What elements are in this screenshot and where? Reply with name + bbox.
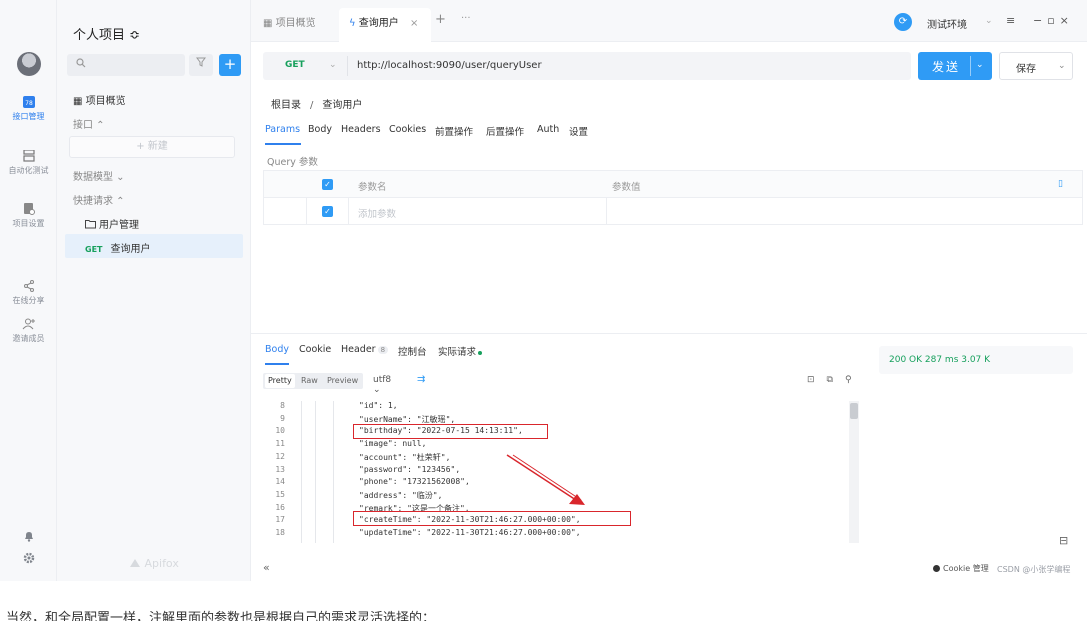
settings-gear-icon[interactable] [22, 552, 36, 566]
tree-section-interfaces[interactable]: 接口 ⌃ [73, 116, 105, 131]
svg-text:78: 78 [25, 100, 33, 107]
rail-label: 在线分享 [12, 296, 45, 305]
project-settings-icon [23, 203, 35, 215]
search-icon [76, 58, 86, 71]
rail-item-automation[interactable]: 自动化测试 [0, 150, 57, 176]
rail-label: 自动化测试 [8, 166, 49, 175]
share-icon [23, 280, 34, 292]
watermark: CSDN @小张学编程 [997, 565, 1071, 574]
rail-label: 项目设置 [12, 219, 45, 228]
folder-label: 用户管理 [99, 220, 139, 231]
avatar[interactable] [17, 52, 41, 76]
cookie-icon [933, 565, 940, 572]
api-doc-icon: 78 [22, 96, 35, 108]
main-panel: ▦ 项目概览 ϟ 查询用户 × + ··· ⟳ 测试环境 ⌄ ≡ −▫× GET… [251, 0, 1087, 581]
server-stack-icon [22, 150, 35, 162]
status-bar: « Cookie 管理 CSDN @小张学编程 [251, 556, 1087, 581]
tree-section-data-models[interactable]: 数据模型 ⌄ [73, 168, 125, 183]
brand-label: Apifox [144, 557, 179, 570]
rail-item-project-settings[interactable]: 项目设置 [0, 203, 57, 229]
rail-item-share[interactable]: 在线分享 [0, 280, 57, 306]
tree-item-query-user-label[interactable]: GET 查询用户 [85, 240, 151, 255]
panel-layout-icon[interactable]: ⊟ [1059, 534, 1068, 547]
filter-icon [196, 57, 206, 67]
method-badge: GET [85, 245, 103, 254]
tree-item-overview[interactable]: ▦ 项目概览 [73, 92, 126, 107]
icon-rail: 78 接口管理 自动化测试 项目设置 在线分享 邀请成员 [0, 0, 57, 581]
apifox-logo: Apifox [129, 557, 179, 570]
apifox-window: 78 接口管理 自动化测试 项目设置 在线分享 邀请成员 个人项目 ≎ + ▦ … [0, 0, 1087, 581]
tree-search-input[interactable] [67, 54, 185, 76]
add-button[interactable]: + [219, 54, 241, 76]
folder-icon [85, 220, 96, 229]
new-interface-button[interactable]: + 新建 [69, 136, 235, 158]
rail-label: 接口管理 [12, 112, 45, 121]
article-caption: 当然，和全局配置一样，注解里面的参数也是根据自己的需求灵活选择的： [6, 611, 436, 621]
filter-button[interactable] [189, 54, 213, 76]
annotation-arrow [506, 454, 585, 505]
tree-section-quick-requests[interactable]: 快捷请求 ⌃ [73, 192, 125, 207]
rail-item-api-management[interactable]: 78 接口管理 [0, 96, 57, 122]
collapse-sidebar-icon[interactable]: « [263, 561, 270, 574]
rail-label: 邀请成员 [12, 334, 45, 343]
api-tree-sidebar: 个人项目 ≎ + ▦ 项目概览 接口 ⌃ + 新建 数据模型 ⌄ 快捷请求 ⌃ … [57, 0, 251, 581]
tree-folder-user-management[interactable]: 用户管理 [85, 216, 139, 231]
cookie-manager-label: Cookie 管理 [943, 564, 989, 573]
apifox-logo-icon [130, 559, 140, 567]
rail-item-invite[interactable]: 邀请成员 [0, 318, 57, 344]
cookie-manager-button[interactable]: Cookie 管理 [933, 563, 989, 574]
project-switcher[interactable]: 个人项目 ≎ [73, 24, 140, 43]
add-member-icon [22, 318, 35, 330]
item-label: 查询用户 [110, 244, 151, 255]
notification-bell-icon[interactable] [22, 530, 36, 544]
